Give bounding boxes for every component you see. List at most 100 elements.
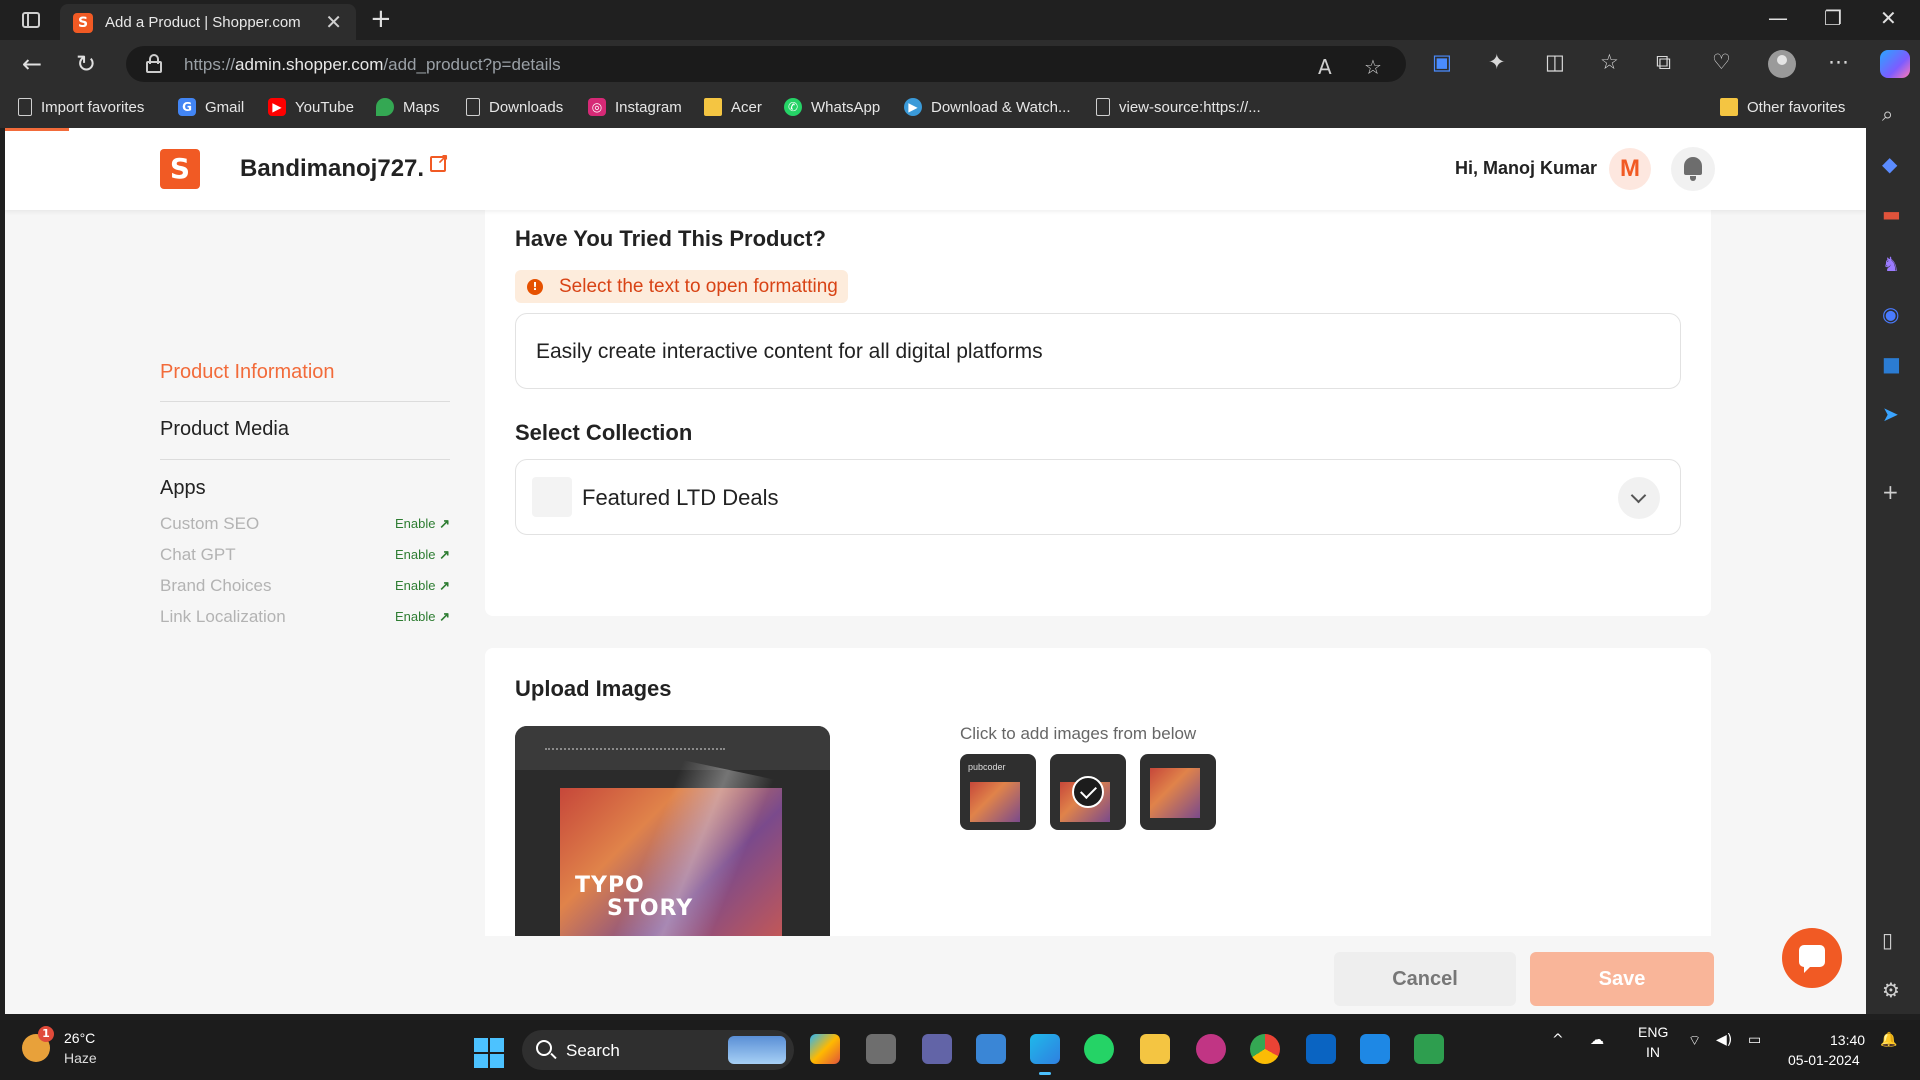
favorites-icon[interactable]: ☆ — [1600, 50, 1619, 74]
media-player-icon[interactable] — [1414, 1034, 1444, 1064]
outlook-icon[interactable]: ■ — [1882, 352, 1901, 376]
image-thumbnail-selected[interactable] — [1050, 754, 1126, 830]
favorite-download-watch[interactable]: ▶ Download & Watch... — [904, 98, 1071, 116]
outlook-new-icon[interactable] — [1306, 1034, 1336, 1064]
read-aloud-icon[interactable]: A — [1318, 55, 1332, 79]
mail-icon[interactable] — [976, 1034, 1006, 1064]
save-button[interactable]: Save — [1530, 952, 1714, 1006]
tab-title: Add a Product | Shopper.com — [105, 14, 301, 31]
refresh-icon[interactable]: ↻ — [76, 50, 96, 78]
favorite-import[interactable]: Import favorites — [18, 98, 144, 116]
select-collection-title: Select Collection — [515, 420, 693, 445]
search-highlight-image — [728, 1036, 786, 1064]
tab-close-icon[interactable]: ✕ — [325, 10, 342, 34]
favorite-whatsapp[interactable]: ✆ WhatsApp — [784, 98, 880, 116]
address-bar[interactable]: https://admin.shopper.com/add_product?p=… — [126, 46, 1406, 82]
new-tab-icon[interactable]: + — [370, 4, 392, 34]
teams-icon[interactable] — [922, 1034, 952, 1064]
external-link-icon[interactable]: ↗ — [430, 152, 450, 172]
weather-condition[interactable]: Haze — [64, 1050, 97, 1066]
collection-thumbnail — [532, 477, 572, 517]
tried-product-textarea[interactable]: Easily create interactive content for al… — [515, 313, 1681, 389]
url-text[interactable]: https://admin.shopper.com/add_product?p=… — [184, 55, 561, 75]
favorite-acer[interactable]: Acer — [704, 98, 762, 116]
image-thumbnail[interactable]: pubcoder — [960, 754, 1036, 830]
back-arrow-icon[interactable]: ← — [22, 50, 42, 78]
enable-link[interactable]: Enable ↗ — [395, 547, 450, 563]
minimize-icon[interactable]: — — [1768, 6, 1788, 30]
onedrive-cloud-icon[interactable]: ☁ — [1590, 1032, 1604, 1048]
favorite-gmail[interactable]: G Gmail — [178, 98, 244, 116]
notification-bell-icon[interactable] — [1671, 147, 1715, 191]
collections-icon[interactable]: ⧉ — [1656, 50, 1671, 75]
browser-tab-active[interactable]: S Add a Product | Shopper.com ✕ — [60, 4, 356, 40]
battery-icon[interactable]: ▭ — [1748, 1032, 1761, 1048]
favorite-view-source[interactable]: view-source:https://... — [1096, 98, 1261, 116]
hide-sidebar-icon[interactable]: ▯ — [1882, 928, 1893, 952]
notification-bell-icon[interactable]: 🔔 — [1880, 1032, 1897, 1048]
whatsapp-taskbar-icon[interactable] — [1084, 1034, 1114, 1064]
extensions-puzzle-icon[interactable]: ✦ — [1488, 50, 1506, 74]
tried-product-value[interactable]: Easily create interactive content for al… — [536, 340, 1043, 364]
weather-temperature[interactable]: 26°C — [64, 1030, 95, 1046]
task-view-icon[interactable] — [866, 1034, 896, 1064]
lock-icon[interactable] — [146, 54, 162, 73]
enable-link[interactable]: Enable ↗ — [395, 609, 450, 625]
favorite-downloads[interactable]: Downloads — [466, 98, 563, 116]
search-icon[interactable]: ⌕ — [1882, 102, 1893, 126]
add-sidebar-app-icon[interactable]: + — [1882, 480, 1899, 504]
tray-chevron-up-icon[interactable]: ^ — [1552, 1032, 1564, 1048]
games-icon[interactable]: ♞ — [1882, 252, 1900, 276]
other-favorites[interactable]: Other favorites — [1720, 98, 1845, 116]
cancel-button[interactable]: Cancel — [1334, 952, 1516, 1006]
settings-gear-icon[interactable]: ⚙ — [1882, 978, 1900, 1002]
file-explorer-icon[interactable] — [1140, 1034, 1170, 1064]
edge-browser-icon[interactable] — [1030, 1034, 1060, 1075]
nav-product-media[interactable]: Product Media — [160, 418, 289, 441]
taskbar-search[interactable]: Search — [522, 1030, 794, 1070]
preview-title-line-1: TYPO — [575, 873, 645, 898]
split-screen-icon[interactable]: ◫ — [1545, 50, 1565, 74]
shopper-logo-icon[interactable]: S — [160, 149, 200, 189]
shopper-favicon-icon: S — [73, 13, 93, 33]
wps-office-icon[interactable] — [1196, 1034, 1226, 1064]
extension-ui-icon[interactable]: ▣ — [1432, 50, 1452, 74]
clock-time[interactable]: 13:40 — [1830, 1032, 1865, 1048]
favorite-maps[interactable]: Maps — [376, 98, 440, 116]
favorite-instagram[interactable]: ◎ Instagram — [588, 98, 682, 116]
window-close-icon[interactable]: ✕ — [1880, 6, 1897, 30]
chat-support-icon[interactable] — [1782, 928, 1842, 988]
chrome-icon[interactable] — [1250, 1034, 1280, 1064]
enable-link[interactable]: Enable ↗ — [395, 516, 450, 532]
browser-essentials-icon[interactable]: ♡ — [1712, 50, 1731, 74]
collection-select[interactable]: Featured LTD Deals — [515, 459, 1681, 535]
enable-link[interactable]: Enable ↗ — [395, 578, 450, 594]
app-row-chat-gpt: Chat GPT Enable ↗ — [160, 545, 450, 567]
checkmark-icon — [1072, 776, 1104, 808]
copilot-pre-icon[interactable] — [810, 1034, 840, 1064]
main-image-preview[interactable]: TYPO STORY — [515, 726, 830, 962]
favorite-star-icon[interactable]: ☆ — [1364, 55, 1382, 79]
windows-start-icon[interactable] — [474, 1038, 504, 1068]
clock-date[interactable]: 05-01-2024 — [1788, 1052, 1860, 1068]
chevron-down-icon[interactable] — [1618, 477, 1660, 519]
favorite-youtube[interactable]: ▶ YouTube — [268, 98, 354, 116]
language-code[interactable]: ENG — [1638, 1024, 1668, 1040]
copilot-icon[interactable] — [1880, 50, 1910, 78]
shopper-app-icon[interactable] — [1360, 1034, 1390, 1064]
more-menu-icon[interactable]: ⋯ — [1828, 50, 1849, 74]
nav-product-information[interactable]: Product Information — [160, 361, 335, 384]
wifi-icon[interactable]: ⌔ — [1688, 1032, 1701, 1050]
language-region[interactable]: IN — [1646, 1044, 1660, 1060]
shopping-tag-icon[interactable]: ◆ — [1882, 152, 1897, 176]
profile-avatar-icon[interactable] — [1768, 50, 1796, 78]
app-row-brand-choices: Brand Choices Enable ↗ — [160, 576, 450, 598]
volume-icon[interactable]: ◀) — [1716, 1032, 1732, 1048]
restore-icon[interactable]: ❐ — [1824, 6, 1842, 30]
send-icon[interactable]: ➤ — [1882, 402, 1899, 426]
user-avatar[interactable]: M — [1609, 148, 1651, 190]
tab-actions-icon[interactable] — [14, 8, 48, 32]
image-thumbnail[interactable] — [1140, 754, 1216, 830]
tools-icon[interactable]: ▬ — [1882, 202, 1901, 226]
copilot-sidebar-icon[interactable]: ◉ — [1882, 302, 1899, 326]
